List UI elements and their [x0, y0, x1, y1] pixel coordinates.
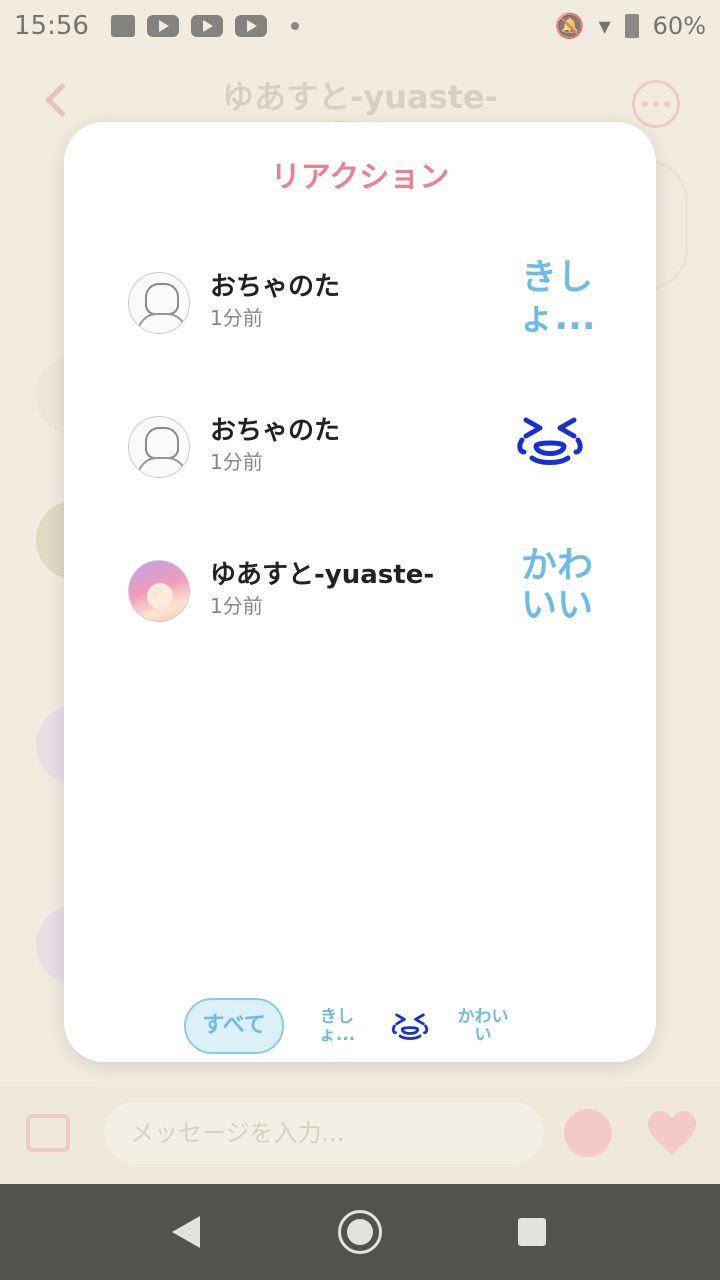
user-name: おちゃのた — [210, 416, 341, 446]
user-name: おちゃのた — [210, 272, 341, 302]
reaction-filter-tabs: すべて きしょ... かわいい — [184, 998, 544, 1054]
reaction-label: かわいい — [520, 545, 593, 626]
reaction-time: 1分前 — [210, 306, 263, 330]
reaction-time: 1分前 — [210, 594, 263, 618]
avatar[interactable] — [128, 272, 190, 334]
avatar[interactable] — [128, 560, 190, 622]
tab-kisho[interactable]: きしょ... — [310, 1008, 364, 1044]
reaction-label: きしょ... — [518, 257, 596, 338]
reaction-row[interactable]: ゆあすと-yuaste- 1分前 かわいい — [128, 546, 598, 630]
reaction-time: 1分前 — [210, 450, 263, 474]
tab-all[interactable]: すべて — [184, 998, 284, 1054]
tab-kawaii[interactable]: かわいい — [456, 1008, 510, 1044]
crying-face-icon — [517, 417, 583, 465]
dialog-title: リアクション — [270, 160, 450, 195]
reaction-row[interactable]: おちゃのた 1分前 きしょ... — [128, 258, 598, 342]
crying-face-icon[interactable] — [390, 1010, 430, 1042]
user-name: ゆあすと-yuaste- — [210, 560, 435, 590]
reactions-dialog: リアクション おちゃのた 1分前 きしょ... おちゃのた 1分前 ゆあすと-y… — [64, 122, 656, 1062]
reaction-row[interactable]: おちゃのた 1分前 — [128, 406, 598, 486]
avatar[interactable] — [128, 416, 190, 478]
